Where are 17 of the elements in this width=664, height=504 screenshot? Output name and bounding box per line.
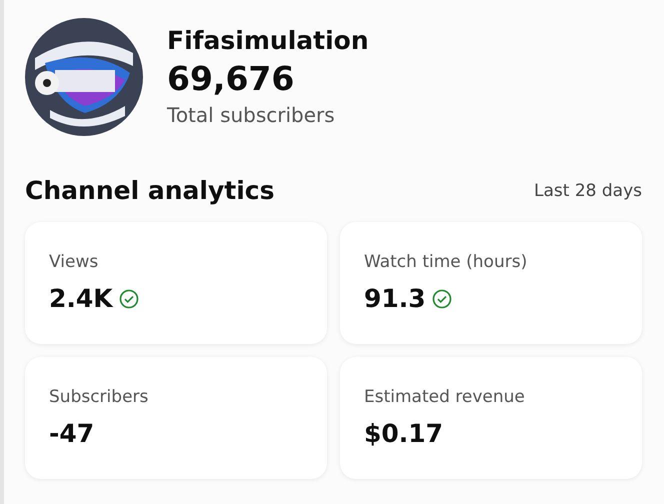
channel-name: Fifasimulation [167,25,369,57]
metric-label: Views [49,251,100,274]
subscriber-count-label: Total subscribers [167,102,336,129]
metric-card[interactable]: Watch time (hours) 91.3 [340,222,642,344]
metric-value: 2.4K [49,283,113,315]
metric-card[interactable]: Views 2.4K [25,222,327,344]
metric-value: 91.3 [364,283,426,315]
metric-value: -47 [49,418,94,450]
metric-label: Subscribers [49,386,150,409]
metric-card[interactable]: Estimated revenue $0.17 [340,357,642,479]
subscriber-count: 69,676 [167,58,296,100]
section-title: Channel analytics [25,175,274,207]
date-range: Last 28 days [534,181,642,201]
metric-label: Estimated revenue [364,386,526,409]
metric-card[interactable]: Subscribers -47 [25,357,327,479]
metric-value: $0.17 [364,418,444,450]
metric-label: Watch time (hours) [364,251,528,274]
